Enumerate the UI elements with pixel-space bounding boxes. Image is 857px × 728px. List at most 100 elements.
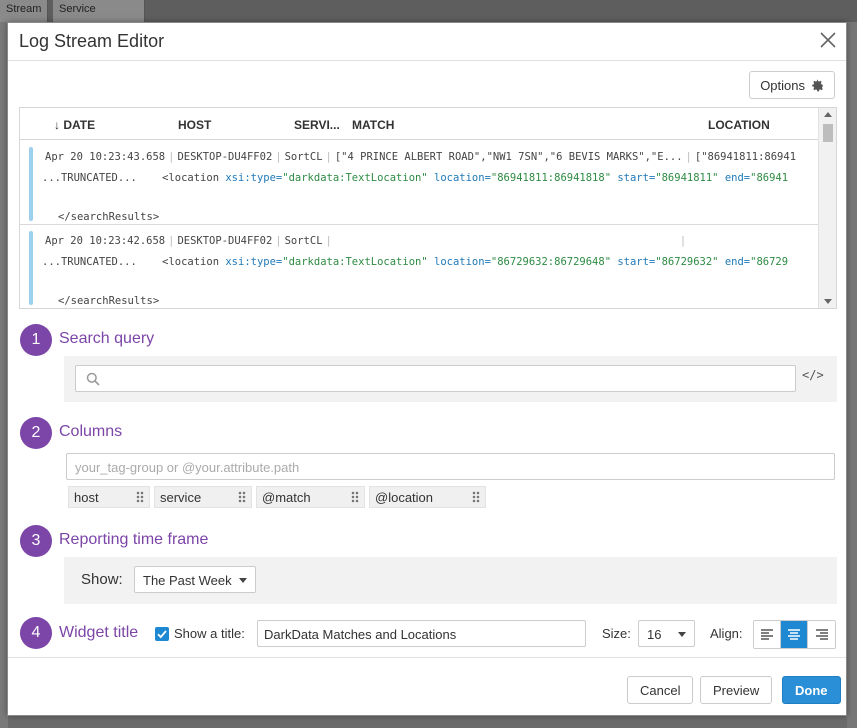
done-button[interactable]: Done <box>782 676 841 704</box>
xml-value: "86729632:86729648" <box>490 256 612 268</box>
log-row-summary: Apr 20 10:23:43.658 | DESKTOP-DU4FF02 | Sort… <box>45 151 797 163</box>
drag-handle-icon[interactable] <box>351 491 359 503</box>
log-row[interactable]: Apr 20 10:23:42.658 | DESKTOP-DU4FF02 | Sort… <box>20 225 818 308</box>
log-table-header: ↓ DATE HOST SERVI... MATCH LOCATION <box>20 108 836 140</box>
chevron-down-icon <box>678 632 686 637</box>
column-tag-location[interactable]: @location <box>369 486 486 508</box>
log-row-detail: ...TRUNCATED... <location xsi:type="dark… <box>42 256 788 268</box>
xml-attr: location= <box>434 172 491 184</box>
column-tag-match[interactable]: @match <box>256 486 365 508</box>
search-input[interactable] <box>75 365 796 392</box>
xml-tag: <location <box>162 256 220 268</box>
timeframe-select[interactable]: The Past Week <box>134 566 256 593</box>
column-tags: host service @match @location <box>68 486 486 508</box>
column-header-match[interactable]: MATCH <box>352 118 394 132</box>
align-right-icon <box>815 629 828 640</box>
column-tag-label: @match <box>262 490 311 505</box>
log-row-summary: Apr 20 10:23:42.658 | DESKTOP-DU4FF02 | Sort… <box>45 235 687 247</box>
drag-handle-icon[interactable] <box>238 491 246 503</box>
log-status-bar <box>29 231 33 305</box>
chevron-down-icon <box>239 578 247 583</box>
align-center-icon <box>788 629 800 640</box>
log-host: DESKTOP-DU4FF02 <box>177 151 273 163</box>
log-row-detail: ...TRUNCATED... <location xsi:type="dark… <box>42 172 788 184</box>
drag-handle-icon[interactable] <box>136 491 144 503</box>
truncated-marker: ...TRUNCATED... <box>42 172 137 184</box>
log-date: Apr 20 10:23:42.658 <box>45 235 166 247</box>
search-icon <box>86 372 100 386</box>
cancel-button[interactable]: Cancel <box>627 676 694 704</box>
step-columns-title: Columns <box>59 423 123 440</box>
show-title-label: Show a title: <box>174 626 245 641</box>
xml-value: "86729632" <box>655 256 719 268</box>
align-label: Align: <box>710 626 743 641</box>
xml-attr: xsi:type= <box>225 256 283 268</box>
log-service: SortCL <box>284 151 323 163</box>
scroll-thumb[interactable] <box>823 124 833 142</box>
timeframe-panel: Show: The Past Week <box>64 557 837 604</box>
log-service: SortCL <box>284 235 323 247</box>
background-tab-service-summary[interactable]: Service Summary <box>53 0 145 33</box>
close-icon[interactable] <box>818 30 838 50</box>
log-date: Apr 20 10:23:43.658 <box>45 151 166 163</box>
log-row-closing: </searchResults> <box>58 211 160 223</box>
truncated-marker: ...TRUNCATED... <box>42 256 137 268</box>
log-scrollbar[interactable] <box>818 108 836 308</box>
dialog-footer: Cancel Preview Done <box>8 657 846 717</box>
timeframe-select-value: The Past Week <box>143 573 232 588</box>
options-button-label: Options <box>760 77 805 93</box>
options-button[interactable]: Options <box>749 71 835 99</box>
background-tab-bar: Stream Service Summary <box>0 0 857 33</box>
xml-value: "darkdata:TextLocation" <box>282 256 428 268</box>
column-tag-service[interactable]: service <box>154 486 252 508</box>
show-label: Show: <box>81 571 123 588</box>
size-select[interactable]: 16 <box>638 620 695 647</box>
size-label: Size: <box>602 626 631 641</box>
dialog-header: Log Stream Editor <box>8 23 846 61</box>
background-tab-stream[interactable]: Stream <box>0 0 48 22</box>
gear-icon <box>812 79 823 91</box>
xml-value: "86729 <box>750 256 789 268</box>
size-select-value: 16 <box>647 627 662 642</box>
align-button-group <box>753 620 836 649</box>
sort-down-icon: ↓ <box>54 118 60 132</box>
log-rows: Apr 20 10:23:43.658 | DESKTOP-DU4FF02 | Sort… <box>20 141 818 308</box>
scroll-up-arrow-icon[interactable] <box>824 112 832 117</box>
log-match: ["4 PRINCE ALBERT ROAD","NW1 7SN","6 BEV… <box>334 151 683 163</box>
code-editor-toggle-icon[interactable]: </> <box>802 368 824 382</box>
align-left-button[interactable] <box>754 621 781 648</box>
xml-attr: start= <box>617 256 656 268</box>
column-header-host[interactable]: HOST <box>178 118 211 132</box>
columns-input[interactable]: your_tag-group or @your.attribute.path <box>66 453 835 480</box>
xml-attr: end= <box>724 256 751 268</box>
xml-value: "86941 <box>750 172 789 184</box>
scroll-down-arrow-icon[interactable] <box>824 299 832 304</box>
dialog-title: Log Stream Editor <box>19 31 165 51</box>
column-header-service[interactable]: SERVI... <box>294 118 340 132</box>
log-row[interactable]: Apr 20 10:23:43.658 | DESKTOP-DU4FF02 | Sort… <box>20 141 818 225</box>
xml-value: "darkdata:TextLocation" <box>282 172 428 184</box>
xml-value: "86941811:86941818" <box>490 172 612 184</box>
xml-value: "86941811" <box>655 172 719 184</box>
xml-attr: start= <box>617 172 656 184</box>
log-row-closing: </searchResults> <box>58 295 160 307</box>
align-right-button[interactable] <box>808 621 835 648</box>
step-2-badge: 2 <box>20 417 52 449</box>
show-title-checkbox[interactable] <box>155 627 169 641</box>
log-stream-preview: ↓ DATE HOST SERVI... MATCH LOCATION Apr … <box>19 107 837 309</box>
column-tag-label: host <box>74 490 99 505</box>
xml-attr: location= <box>434 256 491 268</box>
search-query-panel: </> <box>64 356 837 402</box>
column-header-date[interactable]: ↓ DATE <box>54 118 95 132</box>
column-tag-host[interactable]: host <box>68 486 150 508</box>
column-header-location[interactable]: LOCATION <box>708 118 770 132</box>
xml-tag: <location <box>162 172 220 184</box>
log-location: ["86941811:86941 <box>694 151 797 163</box>
xml-attr: xsi:type= <box>225 172 283 184</box>
log-stream-editor-dialog: Log Stream Editor Options ↓ DATE HOST SE… <box>7 22 847 716</box>
preview-button[interactable]: Preview <box>700 676 773 704</box>
align-center-button[interactable] <box>781 621 808 648</box>
background-right-edge <box>847 22 857 728</box>
widget-title-input[interactable]: DarkData Matches and Locations <box>257 620 586 647</box>
drag-handle-icon[interactable] <box>472 491 480 503</box>
